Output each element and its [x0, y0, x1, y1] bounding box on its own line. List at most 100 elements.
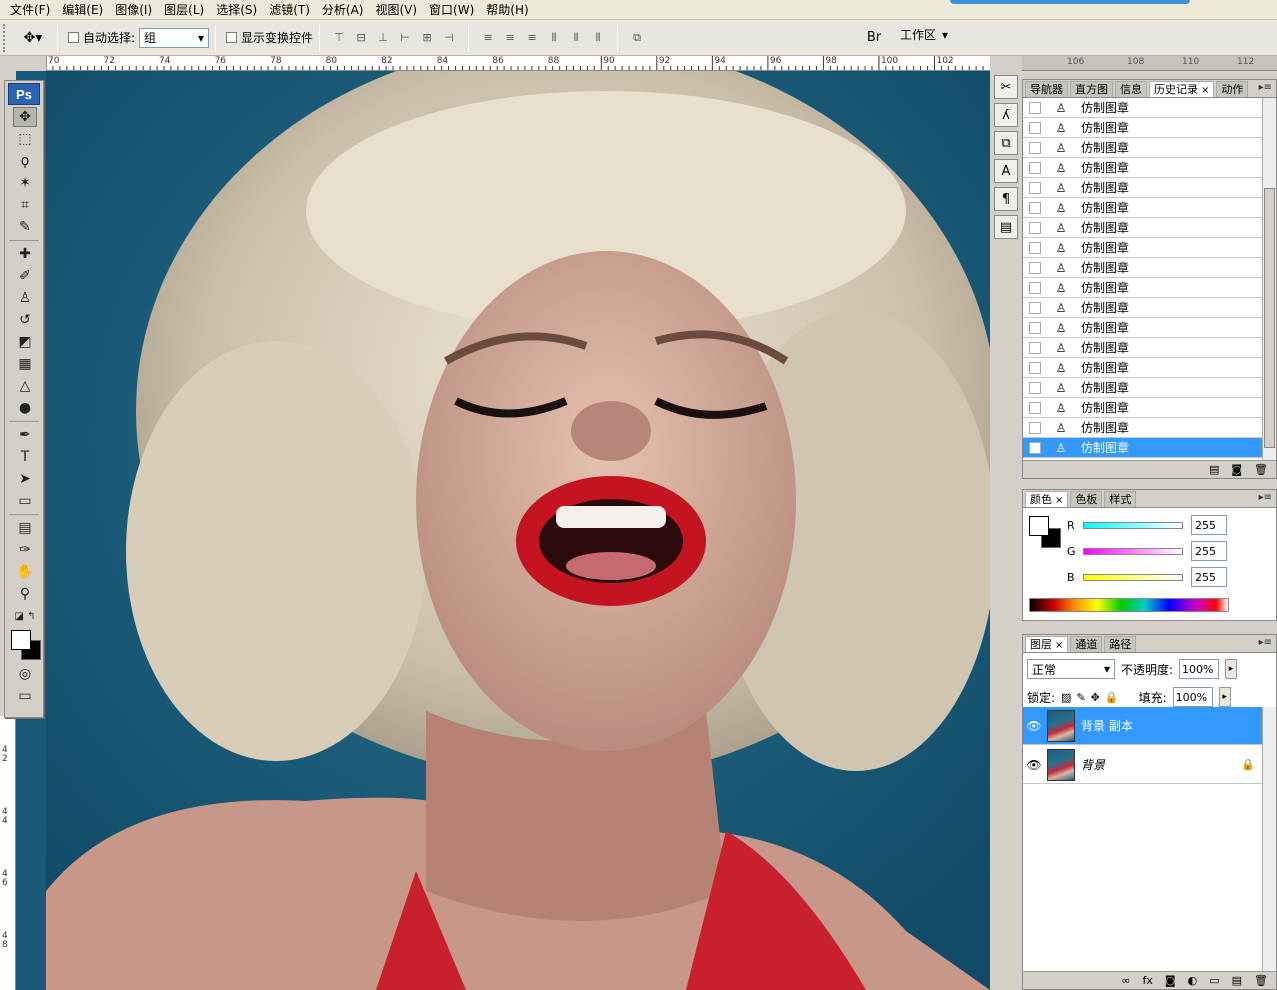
history-checkbox[interactable] — [1029, 321, 1041, 334]
history-checkbox[interactable] — [1029, 381, 1041, 394]
history-checkbox[interactable] — [1029, 161, 1041, 174]
history-checkbox[interactable] — [1029, 361, 1041, 374]
workspace-button[interactable]: 工作区 ▾ — [900, 26, 948, 43]
new-snapshot-icon[interactable]: ◙ — [1231, 463, 1242, 476]
brush-tool-icon[interactable]: ✐ — [13, 266, 37, 286]
history-checkbox[interactable] — [1029, 401, 1041, 414]
tab-swatches[interactable]: 色板 — [1070, 491, 1103, 507]
menu-image[interactable]: 图像(I) — [109, 0, 158, 20]
history-brush-tool-icon[interactable]: ↺ — [13, 310, 37, 330]
history-checkbox[interactable] — [1029, 101, 1041, 114]
notes-tool-icon[interactable]: ▤ — [13, 518, 37, 538]
marquee-tool-icon[interactable]: ⬚ — [13, 129, 37, 149]
menu-layer[interactable]: 图层(L) — [158, 0, 210, 20]
menu-window[interactable]: 窗口(W) — [423, 0, 480, 20]
panel-menu-icon[interactable]: ▸≡ — [1259, 492, 1272, 503]
history-item[interactable]: ♙ 仿制图章 — [1023, 238, 1263, 258]
menu-file[interactable]: 文件(F) — [4, 0, 56, 20]
distribute-hcenter-icon[interactable]: ⦀ — [567, 30, 585, 46]
history-checkbox[interactable] — [1029, 341, 1041, 354]
show-transform-checkbox[interactable] — [226, 32, 238, 43]
distribute-top-icon[interactable]: ≡ — [479, 30, 497, 46]
green-value-input[interactable]: 255 — [1191, 541, 1227, 561]
hand-tool-icon[interactable]: ✋ — [13, 562, 37, 582]
blend-mode-dropdown[interactable]: 正常 ▾ — [1027, 659, 1115, 679]
opacity-slider-arrow-icon[interactable]: ▸ — [1225, 659, 1238, 679]
blue-slider[interactable] — [1083, 573, 1183, 581]
gradient-tool-icon[interactable]: ▦ — [13, 354, 37, 374]
align-left-icon[interactable]: ⊢ — [396, 30, 414, 46]
close-icon[interactable]: × — [1055, 640, 1063, 651]
tab-history[interactable]: 历史记录 × — [1149, 81, 1215, 97]
green-slider[interactable] — [1083, 547, 1183, 555]
slice-tool-icon[interactable]: ✎ — [13, 217, 37, 237]
pen-tool-icon[interactable]: ✒ — [13, 425, 37, 445]
history-checkbox[interactable] — [1029, 121, 1041, 134]
history-item[interactable]: ♙ 仿制图章 — [1023, 418, 1263, 438]
tab-info[interactable]: 信息 — [1115, 81, 1147, 97]
history-item[interactable]: ♙ 仿制图章 — [1023, 158, 1263, 178]
auto-select-checkbox[interactable] — [68, 32, 79, 43]
options-grip[interactable] — [3, 23, 9, 52]
history-item[interactable]: ♙ 仿制图章 — [1023, 298, 1263, 318]
lock-image-icon[interactable]: ✎ — [1076, 691, 1085, 704]
fill-input[interactable]: 100% — [1172, 687, 1213, 707]
history-item[interactable]: ♙ 仿制图章 — [1023, 438, 1263, 458]
type-tool-icon[interactable]: T — [13, 447, 37, 467]
color-swatches[interactable] — [9, 628, 43, 662]
foreground-color-swatch[interactable] — [1029, 516, 1049, 536]
link-layers-icon[interactable]: ∞ — [1121, 974, 1130, 987]
clone-source-icon[interactable]: ⧉ — [994, 131, 1018, 155]
distribute-right-icon[interactable]: ⦀ — [589, 30, 607, 46]
crop-tool-icon[interactable]: ⌗ — [13, 195, 37, 215]
tab-actions[interactable]: 动作 — [1216, 81, 1249, 97]
align-right-icon[interactable]: ⊣ — [440, 30, 458, 46]
tab-layers[interactable]: 图层 × — [1025, 636, 1069, 652]
history-checkbox[interactable] — [1029, 241, 1041, 254]
opacity-input[interactable]: 100% — [1179, 659, 1220, 679]
character-icon[interactable]: A — [994, 159, 1018, 183]
magic-wand-tool-icon[interactable]: ✶ — [13, 173, 37, 193]
clone-stamp-tool-icon[interactable]: ♙ — [13, 288, 37, 308]
document-canvas[interactable] — [46, 71, 990, 990]
fill-slider-arrow-icon[interactable]: ▸ — [1218, 687, 1231, 707]
history-checkbox[interactable] — [1029, 301, 1041, 314]
eyedropper-tool-icon[interactable]: ✑ — [13, 540, 37, 560]
history-item[interactable]: ♙ 仿制图章 — [1023, 398, 1263, 418]
lock-position-icon[interactable]: ✥ — [1091, 691, 1100, 704]
fx-icon[interactable]: fx — [1143, 974, 1153, 987]
zoom-tool-icon[interactable]: ⚲ — [13, 584, 37, 604]
lock-transparent-icon[interactable]: ▨ — [1061, 691, 1071, 704]
history-checkbox[interactable] — [1029, 141, 1041, 154]
tool-presets-icon[interactable]: ✂ — [994, 75, 1018, 99]
history-item[interactable]: ♙ 仿制图章 — [1023, 378, 1263, 398]
shape-tool-icon[interactable]: ▭ — [13, 491, 37, 511]
align-bottom-icon[interactable]: ⊥ — [374, 30, 392, 46]
blur-tool-icon[interactable]: △ — [13, 376, 37, 396]
bridge-icon[interactable]: Br — [862, 26, 886, 48]
align-hcenter-icon[interactable]: ⊞ — [418, 30, 436, 46]
menu-analysis[interactable]: 分析(A) — [316, 0, 370, 20]
history-scrollbar[interactable] — [1262, 98, 1276, 468]
lasso-tool-icon[interactable]: ϙ — [13, 151, 37, 171]
align-vcenter-icon[interactable]: ⊟ — [352, 30, 370, 46]
history-item[interactable]: ♙ 仿制图章 — [1023, 358, 1263, 378]
swap-colors-icon[interactable]: ◪ ↰ — [13, 606, 37, 626]
history-item[interactable]: ♙ 仿制图章 — [1023, 98, 1263, 118]
paragraph-icon[interactable]: ¶ — [994, 187, 1018, 211]
menu-edit[interactable]: 编辑(E) — [56, 0, 109, 20]
layer-row[interactable]: 👁 背景 副本 — [1023, 707, 1263, 745]
healing-brush-tool-icon[interactable]: ✚ — [13, 244, 37, 264]
eraser-tool-icon[interactable]: ◩ — [13, 332, 37, 352]
distribute-left-icon[interactable]: ⦀ — [545, 30, 563, 46]
auto-select-dropdown[interactable]: 组 ▾ — [139, 27, 210, 48]
distribute-vcenter-icon[interactable]: ≡ — [501, 30, 519, 46]
layer-row[interactable]: 👁 背景 🔒 — [1023, 746, 1263, 784]
menu-select[interactable]: 选择(S) — [210, 0, 263, 20]
history-checkbox[interactable] — [1029, 261, 1041, 274]
tab-navigator[interactable]: 导航器 — [1025, 81, 1068, 97]
dodge-tool-icon[interactable]: ● — [13, 398, 37, 418]
history-item[interactable]: ♙ 仿制图章 — [1023, 178, 1263, 198]
scroll-thumb[interactable] — [1264, 188, 1275, 448]
red-value-input[interactable]: 255 — [1191, 515, 1227, 535]
